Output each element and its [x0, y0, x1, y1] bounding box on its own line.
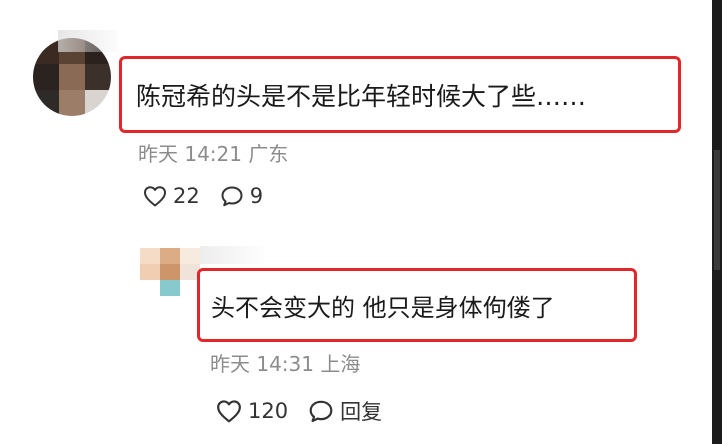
right-edge-strip — [712, 0, 722, 444]
like-button[interactable]: 120 — [216, 399, 288, 423]
comment-text-highlight: 头不会变大的 他只是身体佝偻了 — [197, 268, 637, 342]
reply-label: 回复 — [340, 400, 383, 424]
like-count: 22 — [173, 184, 200, 208]
like-button[interactable]: 22 — [143, 184, 200, 208]
avatar[interactable] — [140, 248, 200, 296]
speech-bubble-icon — [308, 399, 334, 423]
comment-meta: 昨天 14:21 广东 — [138, 138, 288, 167]
comment-actions: 22 9 — [143, 184, 263, 208]
comment-location: 上海 — [320, 352, 361, 376]
comment-time: 昨天 14:31 — [210, 352, 314, 376]
heart-outline-icon — [143, 185, 167, 207]
heart-outline-icon — [216, 399, 242, 423]
comment-text: 头不会变大的 他只是身体佝偻了 — [211, 293, 555, 322]
like-count: 120 — [248, 399, 289, 423]
comment-time: 昨天 14:21 — [138, 142, 242, 166]
username-redacted — [58, 30, 118, 52]
comment-actions: 120 回复 — [216, 396, 382, 426]
reply-count: 9 — [249, 184, 264, 208]
speech-bubble-icon — [220, 185, 244, 207]
comment-location: 广东 — [248, 142, 289, 166]
comment-meta: 昨天 14:31 上海 — [210, 348, 360, 377]
username-redacted — [200, 246, 264, 264]
comment-text: 陈冠希的头是不是比年轻时候大了些…… — [136, 81, 587, 111]
reply-button[interactable]: 回复 — [308, 396, 382, 426]
comment-text-highlight: 陈冠希的头是不是比年轻时候大了些…… — [119, 56, 681, 133]
reply-button[interactable]: 9 — [220, 184, 263, 208]
